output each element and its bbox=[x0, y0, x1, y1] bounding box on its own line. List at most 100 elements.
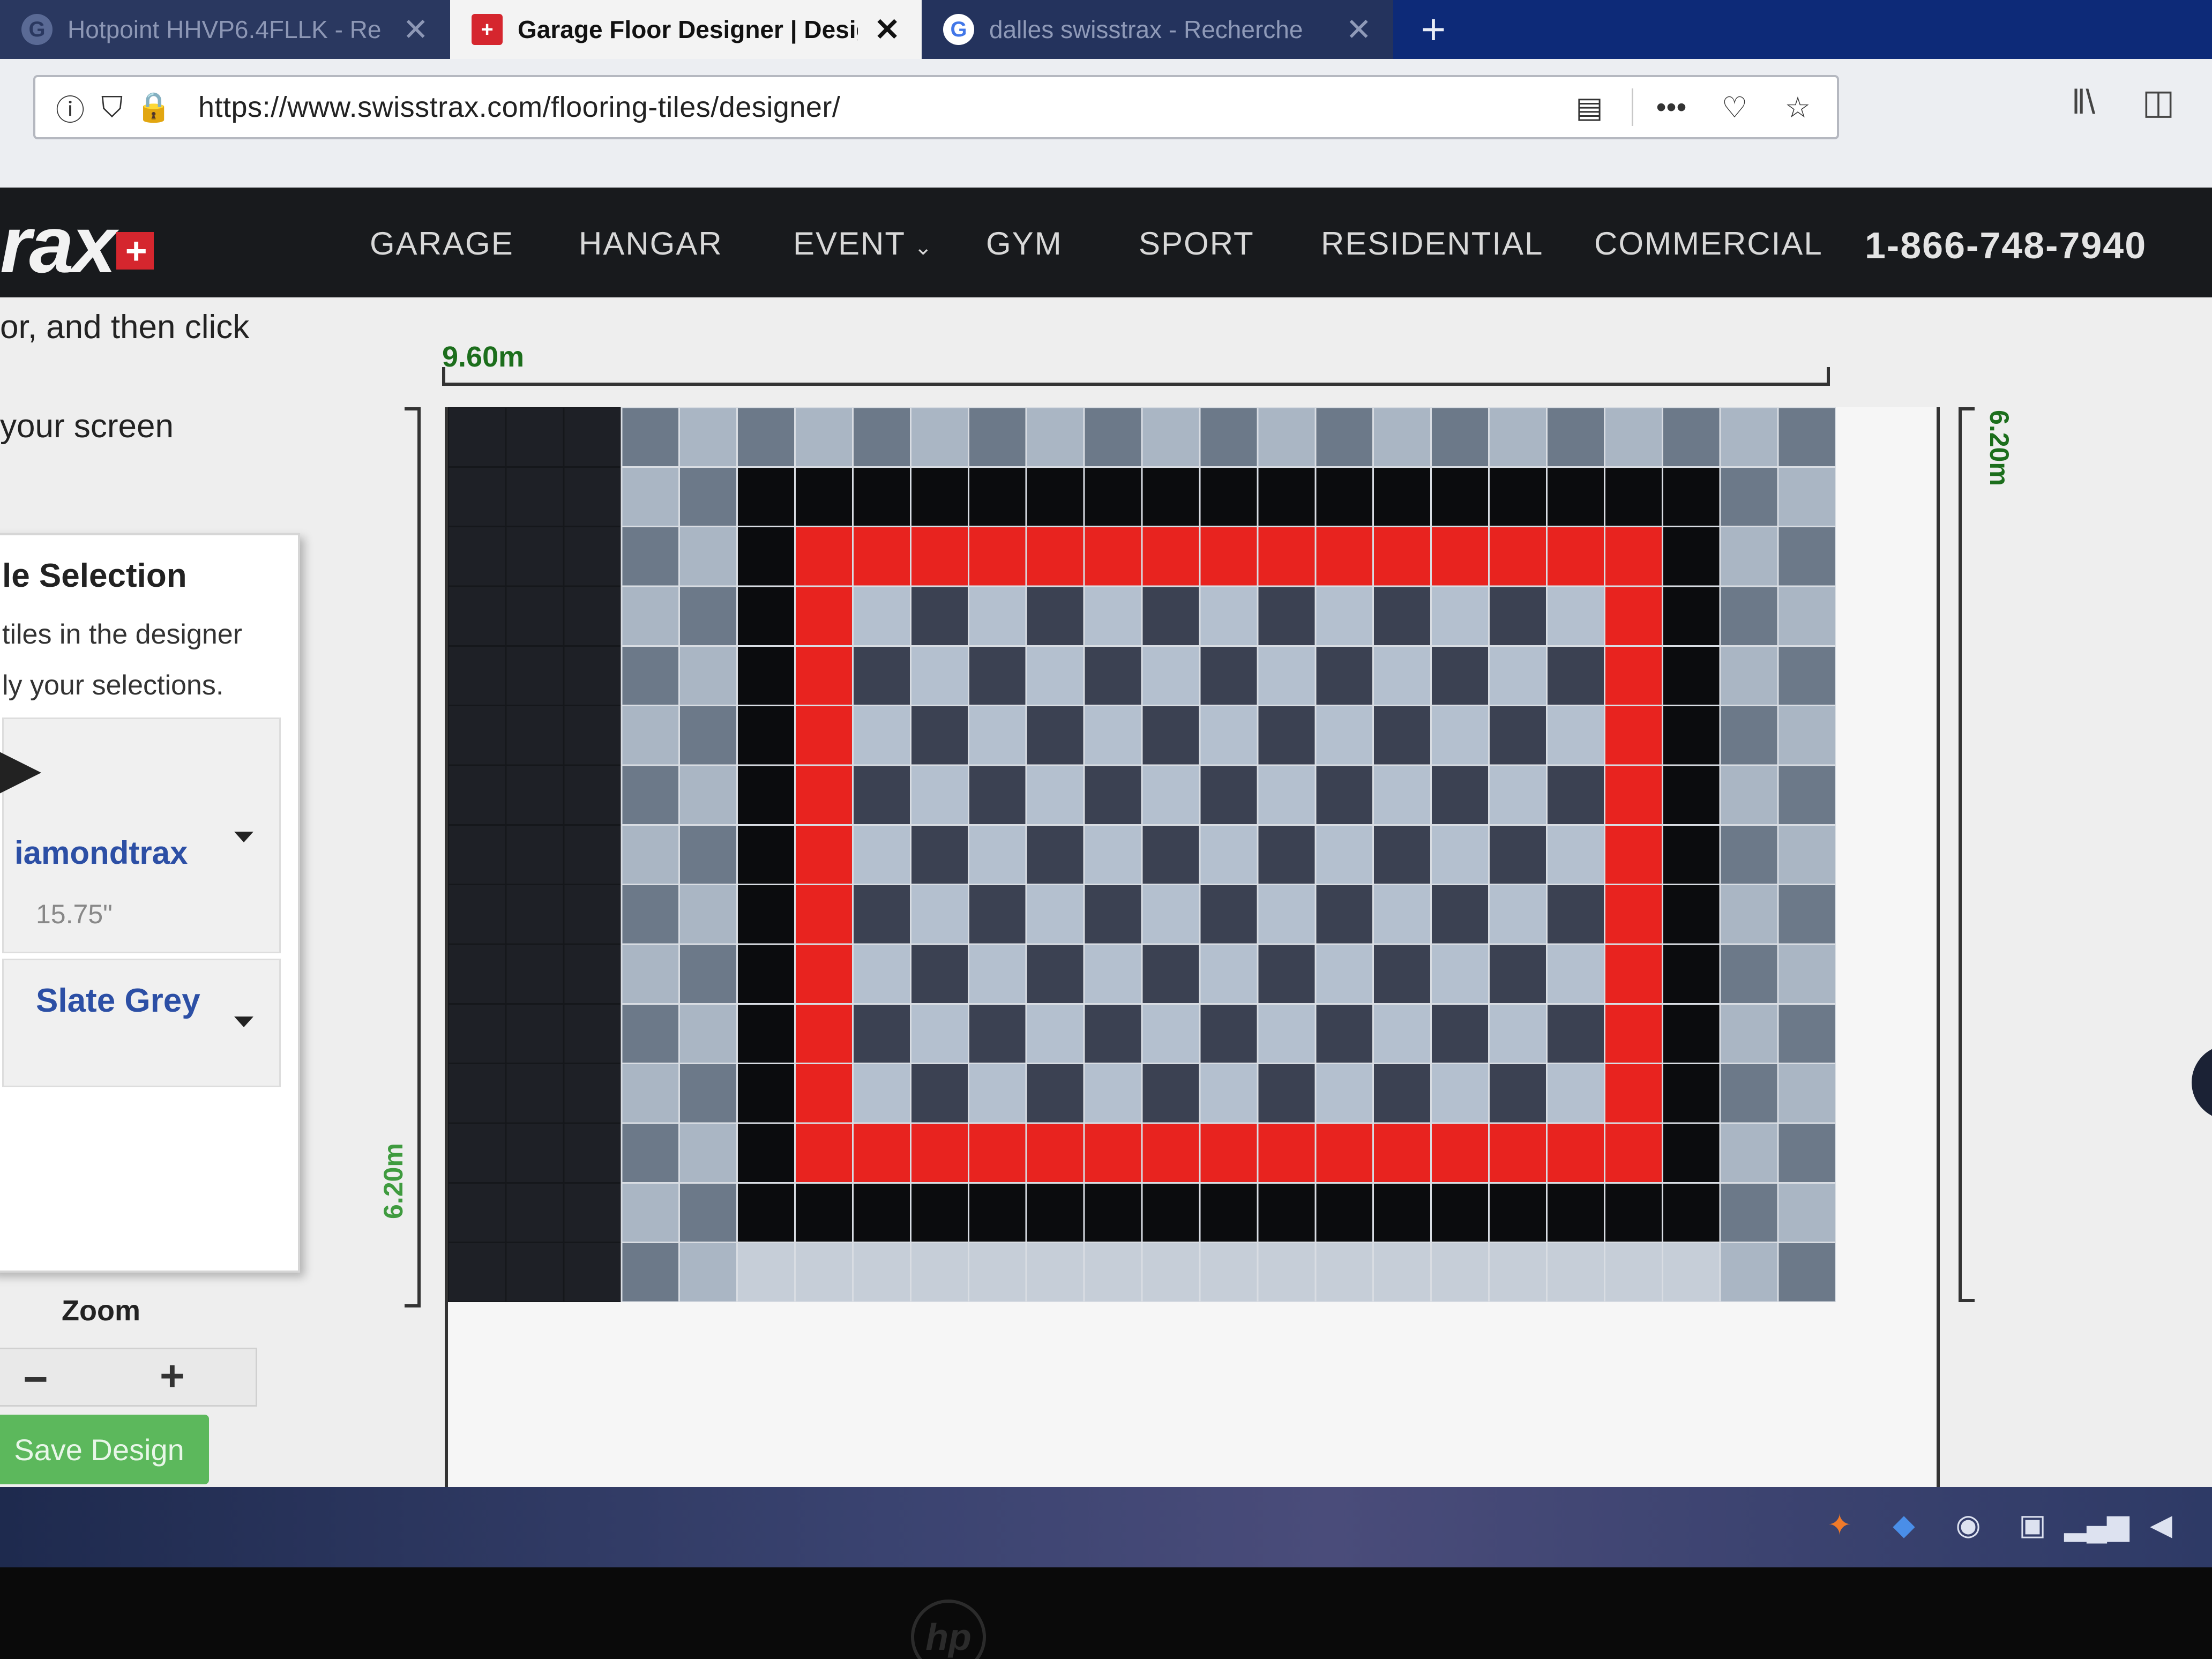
floor-tile[interactable] bbox=[1141, 407, 1201, 468]
floor-tile[interactable] bbox=[967, 1063, 1027, 1124]
floor-tile[interactable] bbox=[1025, 1122, 1085, 1184]
floor-tile[interactable] bbox=[1372, 764, 1432, 826]
floor-tile[interactable] bbox=[1719, 884, 1779, 945]
nav-item-garage[interactable]: GARAGE bbox=[370, 225, 514, 262]
floor-tile[interactable] bbox=[1719, 824, 1779, 886]
floor-tile[interactable] bbox=[851, 526, 911, 587]
floor-tile[interactable] bbox=[1372, 585, 1432, 647]
floor-tile[interactable] bbox=[736, 824, 796, 886]
tracking-shield-icon[interactable]: ⛉ bbox=[93, 88, 131, 126]
floor-tile[interactable] bbox=[1314, 1182, 1374, 1244]
floor-tile[interactable] bbox=[1430, 1003, 1490, 1065]
floor-tile[interactable] bbox=[1314, 705, 1374, 766]
floor-tile[interactable] bbox=[448, 764, 507, 826]
floor-tile[interactable] bbox=[1314, 526, 1374, 587]
floor-tile[interactable] bbox=[505, 1242, 565, 1302]
floor-tile[interactable] bbox=[1777, 585, 1836, 647]
floor-tile[interactable] bbox=[1777, 705, 1836, 766]
floor-tile[interactable] bbox=[621, 764, 681, 826]
floor-tile[interactable] bbox=[794, 1003, 854, 1065]
floor-tile[interactable] bbox=[1488, 645, 1548, 707]
floor-tile[interactable] bbox=[621, 1182, 681, 1244]
floor-tile[interactable] bbox=[1141, 764, 1201, 826]
floor-tile[interactable] bbox=[851, 585, 911, 647]
design-canvas[interactable] bbox=[445, 407, 1940, 1490]
floor-tile[interactable] bbox=[1372, 466, 1432, 528]
floor-tile[interactable] bbox=[1025, 824, 1085, 886]
floor-tile[interactable] bbox=[1661, 943, 1721, 1005]
floor-tile[interactable] bbox=[1545, 764, 1605, 826]
floor-tile[interactable] bbox=[1719, 645, 1779, 707]
floor-tile[interactable] bbox=[1545, 1242, 1605, 1302]
browser-tab-hotpoint[interactable]: G Hotpoint HHVP6.4FLLK - Re ✕ bbox=[0, 0, 450, 59]
floor-tile[interactable] bbox=[1777, 1122, 1836, 1184]
floor-tile[interactable] bbox=[794, 764, 854, 826]
floor-tile[interactable] bbox=[1083, 1003, 1143, 1065]
floor-tile[interactable] bbox=[678, 645, 738, 707]
floor-tile[interactable] bbox=[1488, 1003, 1548, 1065]
floor-tile[interactable] bbox=[1257, 1003, 1317, 1065]
floor-tile[interactable] bbox=[1545, 943, 1605, 1005]
floor-tile[interactable] bbox=[1719, 1182, 1779, 1244]
floor-tile[interactable] bbox=[851, 764, 911, 826]
floor-tile[interactable] bbox=[678, 1182, 738, 1244]
floor-tile[interactable] bbox=[563, 1003, 623, 1065]
floor-tile[interactable] bbox=[1083, 407, 1143, 468]
floor-tile[interactable] bbox=[1777, 526, 1836, 587]
floor-tile[interactable] bbox=[736, 526, 796, 587]
address-bar[interactable]: ⓘ ⛉ 🔒 https://www.swisstrax.com/flooring… bbox=[33, 75, 1839, 139]
floor-tile[interactable] bbox=[1372, 943, 1432, 1005]
floor-tile[interactable] bbox=[1257, 585, 1317, 647]
floor-tile[interactable] bbox=[1314, 1063, 1374, 1124]
floor-tile[interactable] bbox=[678, 1003, 738, 1065]
floor-tile[interactable] bbox=[1777, 764, 1836, 826]
floor-tile[interactable] bbox=[1257, 764, 1317, 826]
bookmark-star-icon[interactable]: ☆ bbox=[1779, 88, 1817, 126]
floor-tile[interactable] bbox=[909, 764, 969, 826]
floor-tile[interactable] bbox=[1545, 1003, 1605, 1065]
floor-tile[interactable] bbox=[1777, 824, 1836, 886]
floor-tile[interactable] bbox=[1257, 645, 1317, 707]
floor-tile[interactable] bbox=[1083, 884, 1143, 945]
floor-tile[interactable] bbox=[1199, 1182, 1259, 1244]
floor-tile[interactable] bbox=[1719, 526, 1779, 587]
floor-tile[interactable] bbox=[1025, 884, 1085, 945]
floor-tile[interactable] bbox=[563, 466, 623, 528]
floor-tile[interactable] bbox=[736, 585, 796, 647]
floor-tile[interactable] bbox=[1083, 943, 1143, 1005]
floor-tile[interactable] bbox=[1430, 824, 1490, 886]
floor-tile[interactable] bbox=[1603, 1122, 1663, 1184]
floor-tile[interactable] bbox=[967, 884, 1027, 945]
floor-tile[interactable] bbox=[1314, 943, 1374, 1005]
floor-tile[interactable] bbox=[1603, 585, 1663, 647]
floor-tile[interactable] bbox=[851, 1182, 911, 1244]
floor-tile[interactable] bbox=[736, 645, 796, 707]
floor-tile[interactable] bbox=[967, 645, 1027, 707]
floor-tile[interactable] bbox=[678, 764, 738, 826]
floor-tile[interactable] bbox=[1545, 407, 1605, 468]
floor-tile[interactable] bbox=[1141, 943, 1201, 1005]
floor-tile[interactable] bbox=[1025, 943, 1085, 1005]
floor-tile[interactable] bbox=[1314, 1003, 1374, 1065]
floor-tile[interactable] bbox=[1199, 585, 1259, 647]
floor-tile[interactable] bbox=[794, 526, 854, 587]
floor-tile[interactable] bbox=[563, 764, 623, 826]
floor-tile[interactable] bbox=[1603, 1063, 1663, 1124]
floor-tile[interactable] bbox=[1545, 884, 1605, 945]
floor-tile[interactable] bbox=[448, 1063, 507, 1124]
floor-tile[interactable] bbox=[967, 1182, 1027, 1244]
floor-tile[interactable] bbox=[1719, 705, 1779, 766]
floor-tile[interactable] bbox=[1719, 585, 1779, 647]
update-icon[interactable]: ◉ bbox=[1949, 1506, 1987, 1543]
floor-tile[interactable] bbox=[1603, 1242, 1663, 1302]
floor-tile[interactable] bbox=[1025, 466, 1085, 528]
floor-tile[interactable] bbox=[1603, 1182, 1663, 1244]
floor-tile[interactable] bbox=[1430, 1063, 1490, 1124]
floor-tile[interactable] bbox=[1141, 1003, 1201, 1065]
floor-tile[interactable] bbox=[1257, 884, 1317, 945]
floor-tile[interactable] bbox=[1314, 585, 1374, 647]
floor-tile[interactable] bbox=[1199, 1122, 1259, 1184]
floor-tile[interactable] bbox=[448, 585, 507, 647]
floor-tile[interactable] bbox=[1430, 466, 1490, 528]
floor-tile[interactable] bbox=[794, 824, 854, 886]
